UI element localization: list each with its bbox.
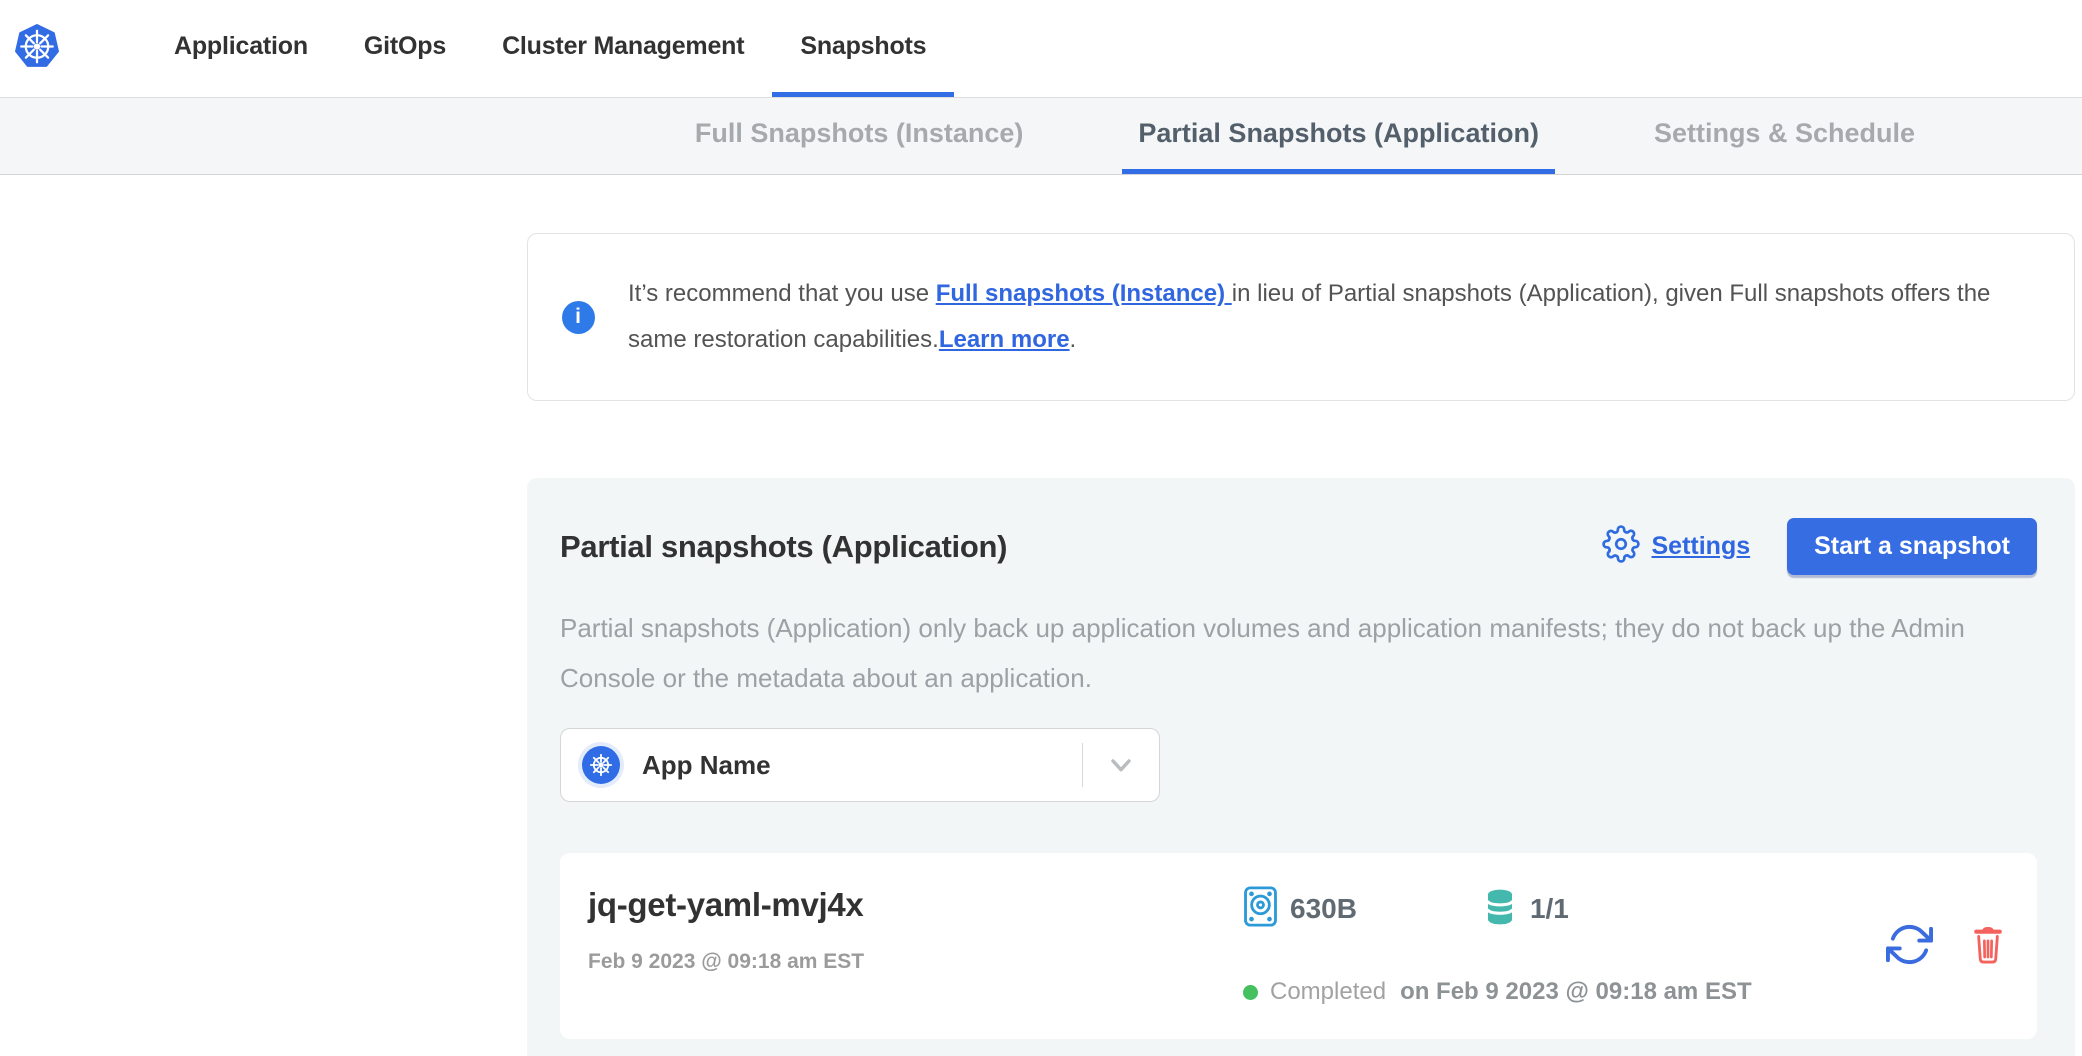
snapshot-size-stat: 630B <box>1243 886 1357 932</box>
snapshot-row: jq-get-yaml-mvj4x Feb 9 2023 @ 09:18 am … <box>560 853 2037 1039</box>
subtab-full-snapshots[interactable]: Full Snapshots (Instance) <box>679 98 1040 174</box>
brand-logo <box>14 0 60 97</box>
kubernetes-icon <box>14 24 60 74</box>
settings-label: Settings <box>1652 532 1751 561</box>
status-detail: on Feb 9 2023 @ 09:18 am EST <box>1400 978 1752 1006</box>
delete-snapshot-button[interactable] <box>1969 923 2007 970</box>
trash-icon <box>1969 923 2007 970</box>
settings-link[interactable]: Settings <box>1602 525 1751 568</box>
tab-gitops[interactable]: GitOps <box>336 0 474 97</box>
info-banner-text: It’s recommend that you use Full snapsho… <box>628 271 2023 363</box>
snapshot-volumes-stat: 1/1 <box>1482 887 1569 932</box>
database-icon <box>1482 887 1518 932</box>
restore-icon <box>1886 921 1933 971</box>
app-selector-value: App Name <box>642 750 771 781</box>
panel-title: Partial snapshots (Application) <box>560 529 1007 565</box>
tab-cluster-management[interactable]: Cluster Management <box>474 0 772 97</box>
snapshot-status: Completed on Feb 9 2023 @ 09:18 am EST <box>1243 978 1752 1006</box>
info-icon: i <box>562 301 595 334</box>
banner-text-after: . <box>1070 326 1077 353</box>
snapshot-name: jq-get-yaml-mvj4x <box>588 886 1243 924</box>
snapshot-volumes-value: 1/1 <box>1530 893 1569 925</box>
partial-snapshots-panel: Partial snapshots (Application) Settings… <box>527 478 2075 1056</box>
tab-application[interactable]: Application <box>146 0 336 97</box>
gear-icon <box>1602 525 1640 568</box>
snapshots-sub-navigation: Full Snapshots (Instance) Partial Snapsh… <box>0 97 2082 175</box>
banner-text-before: It’s recommend that you use <box>628 280 936 307</box>
panel-description: Partial snapshots (Application) only bac… <box>560 603 2025 703</box>
snapshot-size-value: 630B <box>1290 893 1357 925</box>
start-snapshot-button[interactable]: Start a snapshot <box>1787 518 2037 575</box>
full-snapshots-link[interactable]: Full snapshots (Instance) <box>936 280 1232 307</box>
top-navigation: Application GitOps Cluster Management Sn… <box>0 0 2082 97</box>
tab-snapshots[interactable]: Snapshots <box>772 0 954 97</box>
status-label: Completed <box>1270 978 1386 1006</box>
kubernetes-app-icon <box>582 746 620 784</box>
learn-more-link[interactable]: Learn more <box>939 326 1070 353</box>
snapshot-created-date: Feb 9 2023 @ 09:18 am EST <box>588 950 1243 974</box>
restore-snapshot-button[interactable] <box>1886 921 1933 971</box>
subtab-settings-schedule[interactable]: Settings & Schedule <box>1638 98 1931 174</box>
app-selector[interactable]: App Name <box>560 728 1160 802</box>
info-banner: i It’s recommend that you use Full snaps… <box>527 233 2075 401</box>
chevron-down-icon[interactable] <box>1083 749 1159 781</box>
status-dot-icon <box>1243 985 1258 1000</box>
disk-icon <box>1243 886 1278 932</box>
subtab-partial-snapshots[interactable]: Partial Snapshots (Application) <box>1122 98 1555 174</box>
